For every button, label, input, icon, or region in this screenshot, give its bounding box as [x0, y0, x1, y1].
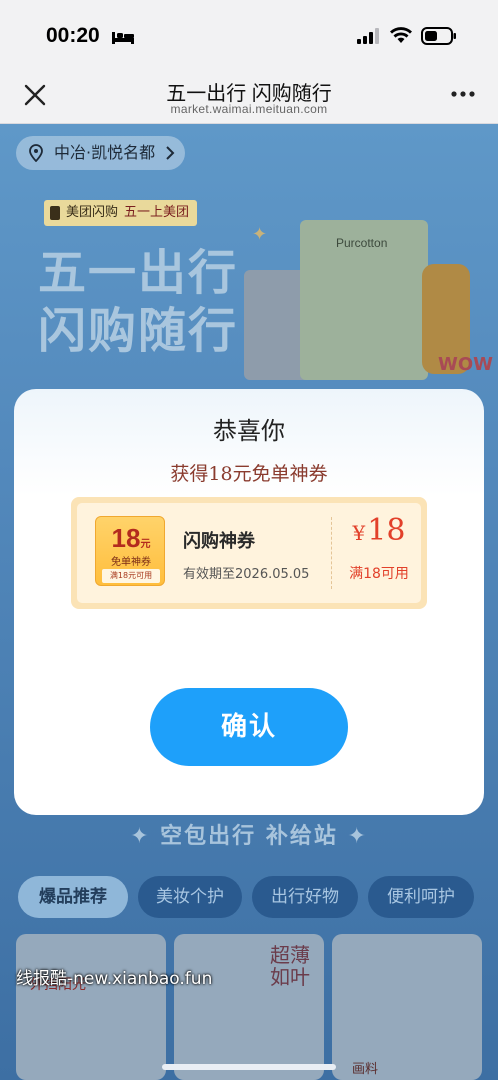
brand-name: 美团闪购 — [66, 205, 119, 220]
chevron-right-icon — [166, 146, 175, 160]
location-selector[interactable]: 中冶·凯悦名都 — [16, 136, 186, 170]
location-name: 中冶·凯悦名都 — [54, 143, 156, 162]
coupon-thumbnail: 18元 免单神券 满18元可用 — [95, 516, 165, 586]
home-indicator[interactable] — [162, 1064, 336, 1070]
modal-subtitle: 获得18元免单神券 — [170, 463, 328, 485]
brand-slogan: 五一上美团 — [124, 205, 190, 220]
hero-products: Purcotton WOW — [240, 220, 498, 390]
card-label: 画料 — [352, 1062, 379, 1077]
coupon-value: ¥18 — [352, 513, 406, 548]
more-options-icon[interactable] — [450, 90, 476, 98]
hero-title-line2: 闪购随行 — [38, 303, 239, 359]
cellular-signal-icon — [357, 28, 379, 44]
location-pin-icon — [29, 144, 43, 162]
tab-beauty[interactable]: 美妆个护 — [138, 876, 242, 918]
status-bar: 00:20 — [0, 0, 498, 66]
wifi-icon — [390, 27, 412, 43]
thumb-amount: 18元 — [111, 523, 151, 553]
product-cards: 外挡阳光 超薄 如叶 画料 — [16, 934, 498, 1080]
wow-sticker: WOW — [438, 354, 494, 375]
product-card[interactable]: 画料 — [332, 934, 482, 1080]
coupon-modal: 恭喜你 获得18元免单神券 18元 免单神券 满18元可用 闪购神券 有效期至2… — [14, 389, 484, 815]
confirm-button[interactable]: 确认 — [150, 688, 348, 766]
hero-title: 五一出行 闪购随行 — [38, 244, 238, 360]
brand-badge: 美团闪购 五一上美团 — [44, 200, 198, 226]
coupon-min-spend: 满18可用 — [349, 566, 409, 582]
bolt-icon — [50, 206, 60, 220]
category-tabs: 爆品推荐 美妆个护 出行好物 便利呵护 — [18, 876, 488, 920]
tab-travel[interactable]: 出行好物 — [252, 876, 358, 918]
hero-title-line1: 五一出行 — [38, 245, 239, 301]
product-card[interactable]: 超薄 如叶 — [174, 934, 324, 1080]
section-title: ✦ 空包出行 补给站 ✦ — [130, 824, 368, 849]
coupon-card: 18元 免单神券 满18元可用 闪购神券 有效期至2026.05.05 ¥18 … — [71, 497, 427, 609]
card-label: 超薄 如叶 — [270, 943, 310, 989]
battery-icon — [421, 27, 456, 45]
thumb-condition: 满18元可用 — [102, 569, 160, 583]
coupon-name: 闪购神券 — [183, 531, 255, 552]
modal-title: 恭喜你 — [213, 417, 285, 445]
coupon-expiry: 有效期至2026.05.05 — [183, 567, 310, 582]
tab-convenience[interactable]: 便利呵护 — [368, 876, 474, 918]
coupon-body: 18元 免单神券 满18元可用 闪购神券 有效期至2026.05.05 ¥18 … — [77, 503, 421, 603]
status-time: 00:20 — [46, 24, 100, 47]
sleep-focus-icon — [112, 32, 134, 44]
product-brand: Purcotton — [336, 236, 388, 250]
nav-bar: 五一出行 闪购随行 market.waimai.meituan.com — [0, 66, 498, 124]
thumb-label: 免单神券 — [111, 557, 151, 568]
page-url: market.waimai.meituan.com — [170, 102, 328, 116]
product-card[interactable]: 外挡阳光 — [16, 934, 166, 1080]
coupon-divider — [331, 517, 332, 589]
tab-hot-picks[interactable]: 爆品推荐 — [18, 876, 128, 918]
watermark: 线报酷-new.xianbao.fun — [16, 969, 213, 989]
